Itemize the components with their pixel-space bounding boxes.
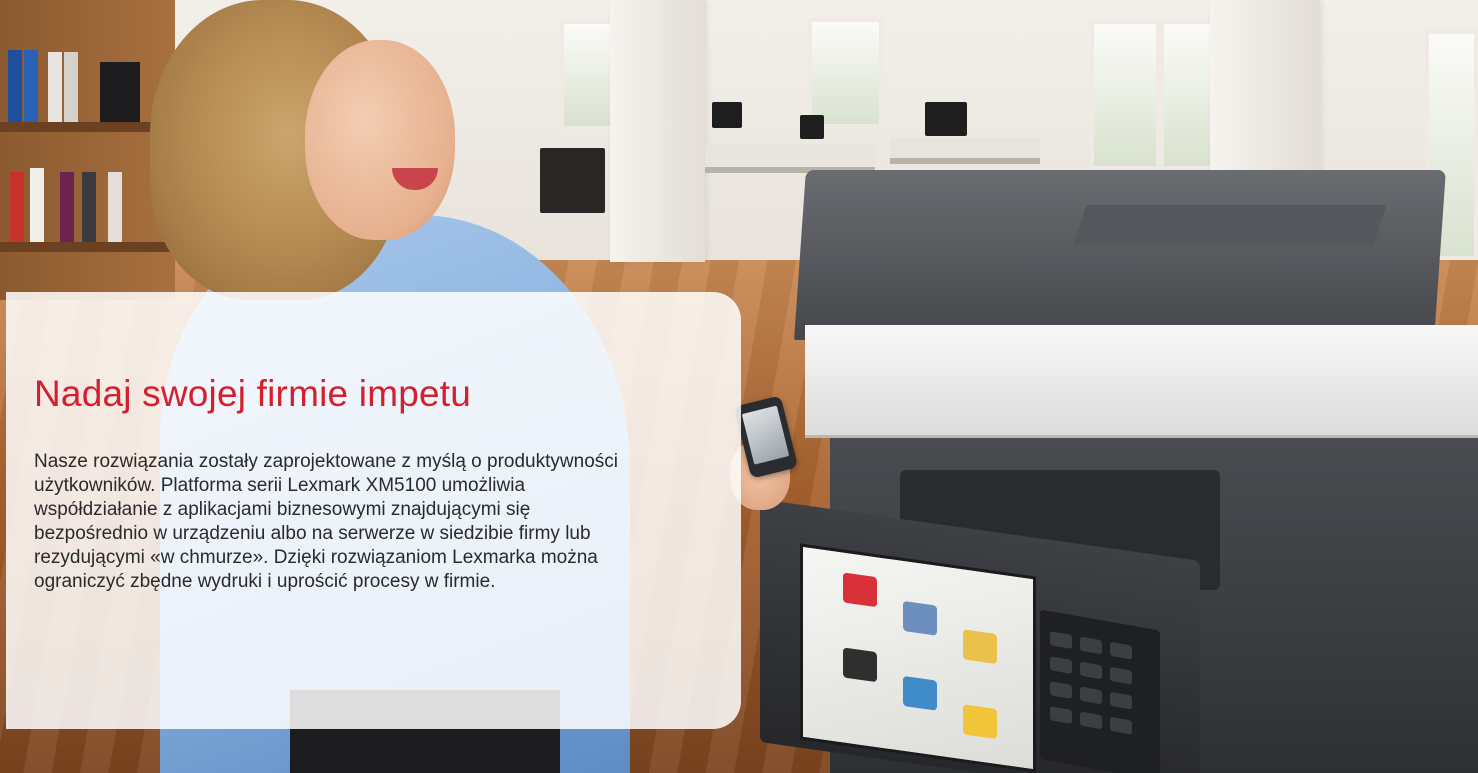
- book: [60, 172, 74, 242]
- woman-face: [305, 40, 455, 240]
- hero-text-card: Nadaj swojej firmie impetu Nasze rozwiąz…: [6, 292, 741, 729]
- office-pillar: [610, 0, 705, 262]
- hero-headline: Nadaj swojej firmie impetu: [34, 373, 472, 414]
- printer-touch-screen: [800, 543, 1036, 773]
- bookshelf: [0, 0, 175, 300]
- keypad-key: [1110, 641, 1132, 660]
- book: [82, 172, 96, 242]
- shelf-board: [0, 122, 175, 132]
- copy-app-icon: [843, 572, 877, 608]
- keypad-key: [1050, 706, 1072, 725]
- office-desk: [705, 145, 875, 173]
- office-monitor: [800, 115, 824, 139]
- keypad-key: [1080, 686, 1102, 705]
- keypad-key: [1080, 711, 1102, 730]
- book: [64, 52, 78, 122]
- office-monitor: [712, 102, 742, 128]
- printer-white-band: [805, 325, 1478, 438]
- keypad-key: [1050, 681, 1072, 700]
- keypad-key: [1110, 666, 1132, 685]
- office-window: [1090, 20, 1160, 170]
- keypad-key: [1050, 656, 1072, 675]
- hero-body-text: Nasze rozwiązania zostały zaprojektowane…: [34, 451, 618, 592]
- ftp-app-icon: [843, 647, 877, 683]
- office-window: [808, 18, 883, 128]
- keypad-key: [1050, 631, 1072, 650]
- office-monitor: [925, 102, 967, 136]
- book: [108, 172, 122, 242]
- book: [24, 50, 38, 122]
- book: [10, 172, 24, 242]
- book: [8, 50, 22, 122]
- folder-app-icon: [963, 704, 997, 740]
- search-app-icon: [903, 675, 937, 711]
- fax-app-icon: [903, 600, 937, 636]
- printer-document-tray: [1073, 205, 1387, 245]
- printer-scanner-lid: [794, 170, 1446, 340]
- office-monitor: [540, 148, 605, 213]
- printer-keypad: [1040, 609, 1160, 773]
- keypad-key: [1110, 691, 1132, 710]
- office-window: [560, 20, 615, 130]
- keypad-key: [1080, 636, 1102, 655]
- book: [48, 52, 62, 122]
- office-desk: [890, 138, 1040, 164]
- hero-banner: Nadaj swojej firmie impetu Nasze rozwiąz…: [0, 0, 1478, 773]
- book: [100, 62, 140, 122]
- smartphone-screen: [741, 405, 790, 465]
- keypad-key: [1110, 716, 1132, 735]
- shelf-board: [0, 242, 175, 252]
- book: [30, 168, 44, 242]
- keypad-key: [1080, 661, 1102, 680]
- email-app-icon: [963, 629, 997, 665]
